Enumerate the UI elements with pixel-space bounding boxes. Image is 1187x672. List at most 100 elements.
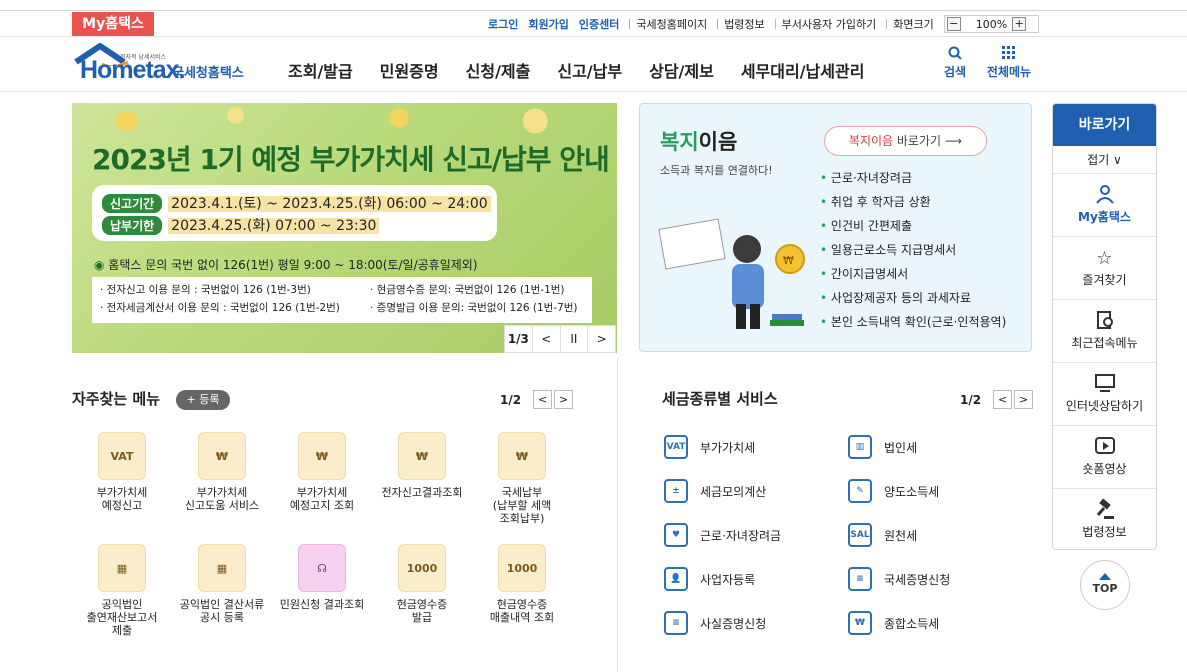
period-pill: 신고기간	[102, 194, 163, 213]
all-menu-button[interactable]: 전체메뉴	[984, 46, 1034, 80]
freq-prev-button[interactable]: <	[533, 390, 553, 409]
nav-certificate[interactable]: 민원증명	[380, 58, 439, 82]
nav-consult-report[interactable]: 상담/제보	[649, 58, 714, 82]
cash-icon: 1000	[498, 544, 546, 592]
freq-label: 부가가치세 예정고지 조회	[289, 486, 355, 512]
inquiry-einvoice: · 전자세금계산서 이용 문의 : 국번없이 126 (1번-2번)	[100, 302, 340, 314]
freq-label: 부가가치세 신고도움 서비스	[184, 486, 260, 512]
vat-icon: VAT	[664, 435, 688, 459]
tax-item-withholding[interactable]: SAL 원천세	[848, 520, 917, 550]
freq-item-public-donation-report[interactable]: ▦ 공익법인 출연재산보고서 제출	[72, 544, 172, 637]
main-banner[interactable]: 2023년 1기 예정 부가가치세 신고/납부 안내 신고기간 2023.4.1.…	[72, 103, 617, 353]
banner-controls: 1/3 < II >	[504, 325, 616, 353]
document-icon: ≡	[848, 567, 872, 591]
scroll-top-button[interactable]: TOP	[1080, 560, 1130, 610]
won-search-icon: ₩	[198, 432, 246, 480]
tax-item-corporate[interactable]: ▥ 법인세	[848, 432, 917, 462]
freq-item-cash-receipt-issue[interactable]: 1000 현금영수증 발급	[372, 544, 472, 624]
freq-label: 국세납부 (납부할 세액 조회납부)	[492, 486, 552, 525]
zoom-out-button[interactable]: −	[946, 17, 961, 31]
login-link[interactable]: 로그인	[488, 16, 518, 32]
banner-period-row: 신고기간 2023.4.1.(토) ~ 2023.4.25.(화) 06:00 ~…	[102, 193, 491, 213]
tax-item-transfer-income[interactable]: ✎ 양도소득세	[848, 476, 939, 506]
logo-subtitle[interactable]: 국세청홈택스	[172, 62, 244, 81]
quick-shortform-video[interactable]: 숏폼영상	[1053, 426, 1156, 489]
top-label: TOP	[1092, 582, 1118, 595]
welfare-item[interactable]: 사업장제공자 등의 과세자료	[820, 286, 1006, 310]
money-bag-icon: ₩	[848, 611, 872, 635]
arrow-right-icon: ⟶	[941, 134, 963, 148]
welfare-item[interactable]: 인건비 간편제출	[820, 214, 1006, 238]
tax-item-fact-certificate[interactable]: ≡ 사실증명신청	[664, 608, 766, 638]
nav-apply-submit[interactable]: 신청/제출	[466, 58, 531, 82]
banner-inquiry-box: · 전자신고 이용 문의 : 국번없이 126 (1번-3번) · 현금영수증 문…	[92, 277, 592, 323]
tax-item-vat[interactable]: VAT 부가가치세	[664, 432, 755, 462]
quick-online-consult[interactable]: 인터넷상담하기	[1053, 363, 1156, 426]
freq-item-tax-payment[interactable]: ₩ 국세납부 (납부할 세액 조회납부)	[472, 432, 572, 525]
banner-phone-text: 홈택스 문의 국번 없이 126(1번) 평일 9:00 ~ 18:00(토/일…	[108, 258, 478, 272]
tax-prev-button[interactable]: <	[993, 390, 1013, 409]
banner-pause-button[interactable]: II	[561, 326, 589, 352]
freq-label: 현금영수증 매출내역 조회	[489, 598, 555, 624]
won-search-icon: ₩	[298, 432, 346, 480]
quick-label: 최근접속메뉴	[1071, 336, 1138, 350]
banner-title: 2023년 1기 예정 부가가치세 신고/납부 안내	[92, 143, 610, 176]
freq-item-vat-notice[interactable]: ₩ 부가가치세 예정고지 조회	[272, 432, 372, 512]
freq-item-cash-receipt-sales[interactable]: 1000 현금영수증 매출내역 조회	[472, 544, 572, 624]
period-value: 2023.4.1.(토) ~ 2023.4.25.(화) 06:00 ~ 24:…	[168, 196, 491, 212]
zoom-control: − 100% +	[943, 15, 1040, 33]
tax-item-tax-certificate[interactable]: ≡ 국세증명신청	[848, 564, 950, 594]
freq-item-efiling-result[interactable]: ₩ 전자신고결과조회	[372, 432, 472, 499]
tax-item-simulation[interactable]: ± 세금모의계산	[664, 476, 766, 506]
quick-fold-button[interactable]: 접기 ∨	[1053, 146, 1156, 174]
tax-label: 양도소득세	[884, 484, 940, 499]
banner-next-button[interactable]: >	[588, 326, 615, 352]
freq-item-civil-result[interactable]: ☊ 민원신청 결과조회	[272, 544, 372, 611]
welfare-title: 복지이음	[660, 126, 737, 156]
freq-item-public-settlement[interactable]: ▦ 공익법인 결산서류 공시 등록	[172, 544, 272, 624]
nav-inquiry-issue[interactable]: 조회/발급	[288, 58, 353, 82]
freq-register-button[interactable]: + 등록	[176, 390, 230, 410]
tax-next-button[interactable]: >	[1014, 390, 1034, 409]
tax-label: 사업자등록	[700, 572, 756, 587]
all-menu-label: 전체메뉴	[986, 65, 1032, 79]
building-icon: ▦	[198, 544, 246, 592]
welfare-item[interactable]: 근로·자녀장려금	[820, 166, 1006, 190]
tax-item-global-income[interactable]: ₩ 종합소득세	[848, 608, 939, 638]
quick-label: 숏폼영상	[1082, 462, 1127, 476]
cert-center-link[interactable]: 인증센터	[579, 16, 619, 32]
quick-links-sidebar: 바로가기 접기 ∨ My홈택스 ☆ 즐겨찾기 최근접속메뉴 인터넷상담하기 숏폼…	[1052, 103, 1157, 550]
top-divider	[0, 10, 1187, 11]
signup-link[interactable]: 회원가입	[528, 16, 568, 32]
nav-tax-agent[interactable]: 세무대리/납세관리	[741, 58, 865, 82]
tax-item-earned-incentive[interactable]: ♥ 근로·자녀장려금	[664, 520, 781, 550]
search-button[interactable]: 검색	[940, 46, 970, 80]
person-icon: 👤	[664, 567, 688, 591]
quick-favorites[interactable]: ☆ 즐겨찾기	[1053, 237, 1156, 300]
freq-item-vat-help[interactable]: ₩ 부가가치세 신고도움 서비스	[172, 432, 272, 512]
tax-item-business-reg[interactable]: 👤 사업자등록	[664, 564, 755, 594]
logo-wordmark[interactable]: Hometax.	[80, 56, 186, 85]
freq-item-vat-prelim[interactable]: VAT 부가가치세 예정신고	[72, 432, 172, 512]
my-hometax-tab[interactable]: My홈택스	[72, 12, 154, 36]
nts-homepage-link[interactable]: 국세청홈페이지	[636, 16, 707, 32]
banner-prev-button[interactable]: <	[533, 326, 561, 352]
law-info-link[interactable]: 법령정보	[724, 16, 764, 32]
freq-next-button[interactable]: >	[554, 390, 574, 409]
quick-my-hometax[interactable]: My홈택스	[1053, 174, 1156, 237]
quick-recent-menu[interactable]: 최근접속메뉴	[1053, 300, 1156, 363]
zoom-in-button[interactable]: +	[1012, 17, 1027, 31]
welfare-item[interactable]: 취업 후 학자금 상환	[820, 190, 1006, 214]
welfare-list: 근로·자녀장려금 취업 후 학자금 상환 인건비 간편제출 일용근로소득 지급명…	[820, 166, 1006, 334]
tax-label: 국세증명신청	[884, 572, 951, 587]
welfare-go-button[interactable]: 복지이음 바로가기 ⟶	[824, 126, 987, 156]
won-search-icon: ₩	[398, 432, 446, 480]
dept-user-signup-link[interactable]: 부서사용자 가입하기	[782, 16, 877, 32]
welfare-subtitle: 소득과 복지를 연결하다!	[660, 164, 773, 177]
welfare-item[interactable]: 일용근로소득 지급명세서	[820, 238, 1006, 262]
quick-law-info[interactable]: 법령정보	[1053, 489, 1156, 549]
nav-report-pay[interactable]: 신고/납부	[557, 58, 622, 82]
welfare-item[interactable]: 간이지급명세서	[820, 262, 1006, 286]
tax-label: 법인세	[884, 440, 918, 455]
welfare-item[interactable]: 본인 소득내역 확인(근로·인적용역)	[820, 310, 1006, 334]
